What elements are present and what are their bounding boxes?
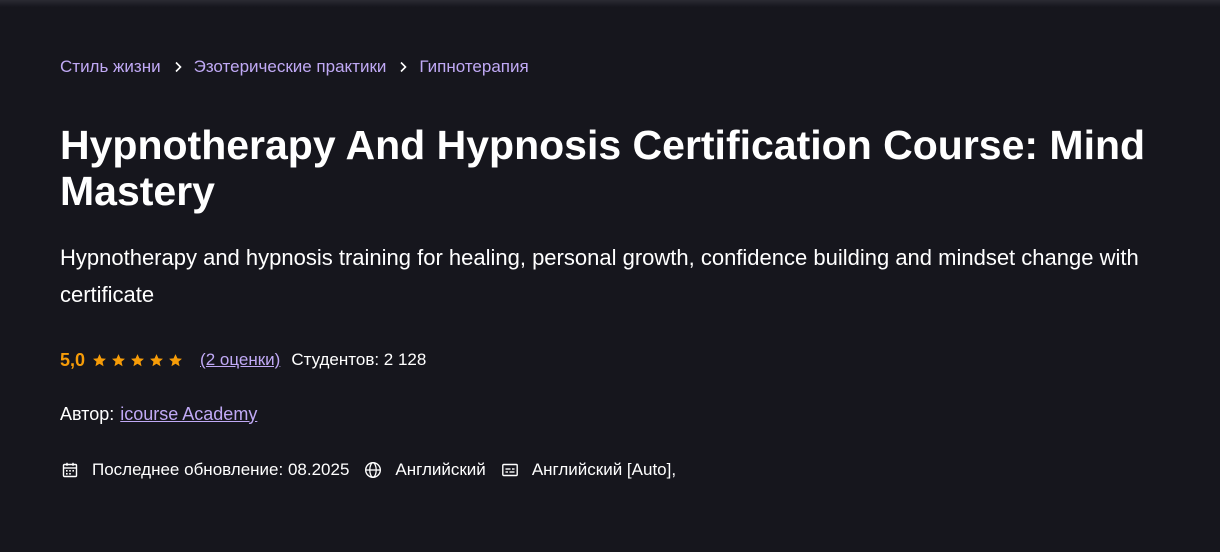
course-meta: Последнее обновление: 08.2025 Английский… xyxy=(60,458,690,482)
chevron-right-icon xyxy=(398,61,408,73)
last-updated-label: Последнее обновление: 08.2025 xyxy=(92,460,350,479)
breadcrumb-item-esoteric[interactable]: Эзотерические практики xyxy=(194,57,387,77)
calendar-icon xyxy=(60,460,80,480)
rating-row: 5,0 (2 оценки) Студентов: 2 128 xyxy=(60,348,426,372)
course-language: Английский xyxy=(363,460,486,480)
captions-label: Английский [Auto], xyxy=(531,460,677,479)
captions-icon xyxy=(500,460,520,480)
reviews-link[interactable]: (2 оценки) xyxy=(200,350,280,370)
course-captions: Английский [Auto], xyxy=(500,460,676,480)
star-icon xyxy=(169,353,182,366)
star-icon xyxy=(150,353,163,366)
course-title: Hypnotherapy And Hypnosis Certification … xyxy=(60,122,1146,214)
language-label: Английский xyxy=(395,460,486,479)
globe-icon xyxy=(363,460,383,480)
students-count: Студентов: 2 128 xyxy=(291,350,427,369)
breadcrumb-item-hypnotherapy[interactable]: Гипнотерапия xyxy=(419,57,528,77)
top-edge-shadow xyxy=(0,0,1220,7)
author-label: Автор: xyxy=(60,403,115,424)
last-updated: Последнее обновление: 08.2025 xyxy=(60,460,349,480)
rating-value: 5,0 xyxy=(60,349,86,370)
author-link[interactable]: icourse Academy xyxy=(120,404,257,425)
star-icon xyxy=(131,353,144,366)
chevron-right-icon xyxy=(173,61,183,73)
star-icon xyxy=(93,353,106,366)
star-icon xyxy=(112,353,125,366)
author-row: Автор: icourse Academy xyxy=(60,402,257,426)
course-subtitle: Hypnotherapy and hypnosis training for h… xyxy=(60,245,1139,307)
breadcrumb: Стиль жизни Эзотерические практики Гипно… xyxy=(60,56,529,78)
star-rating xyxy=(92,353,187,368)
breadcrumb-item-lifestyle[interactable]: Стиль жизни xyxy=(60,57,161,77)
